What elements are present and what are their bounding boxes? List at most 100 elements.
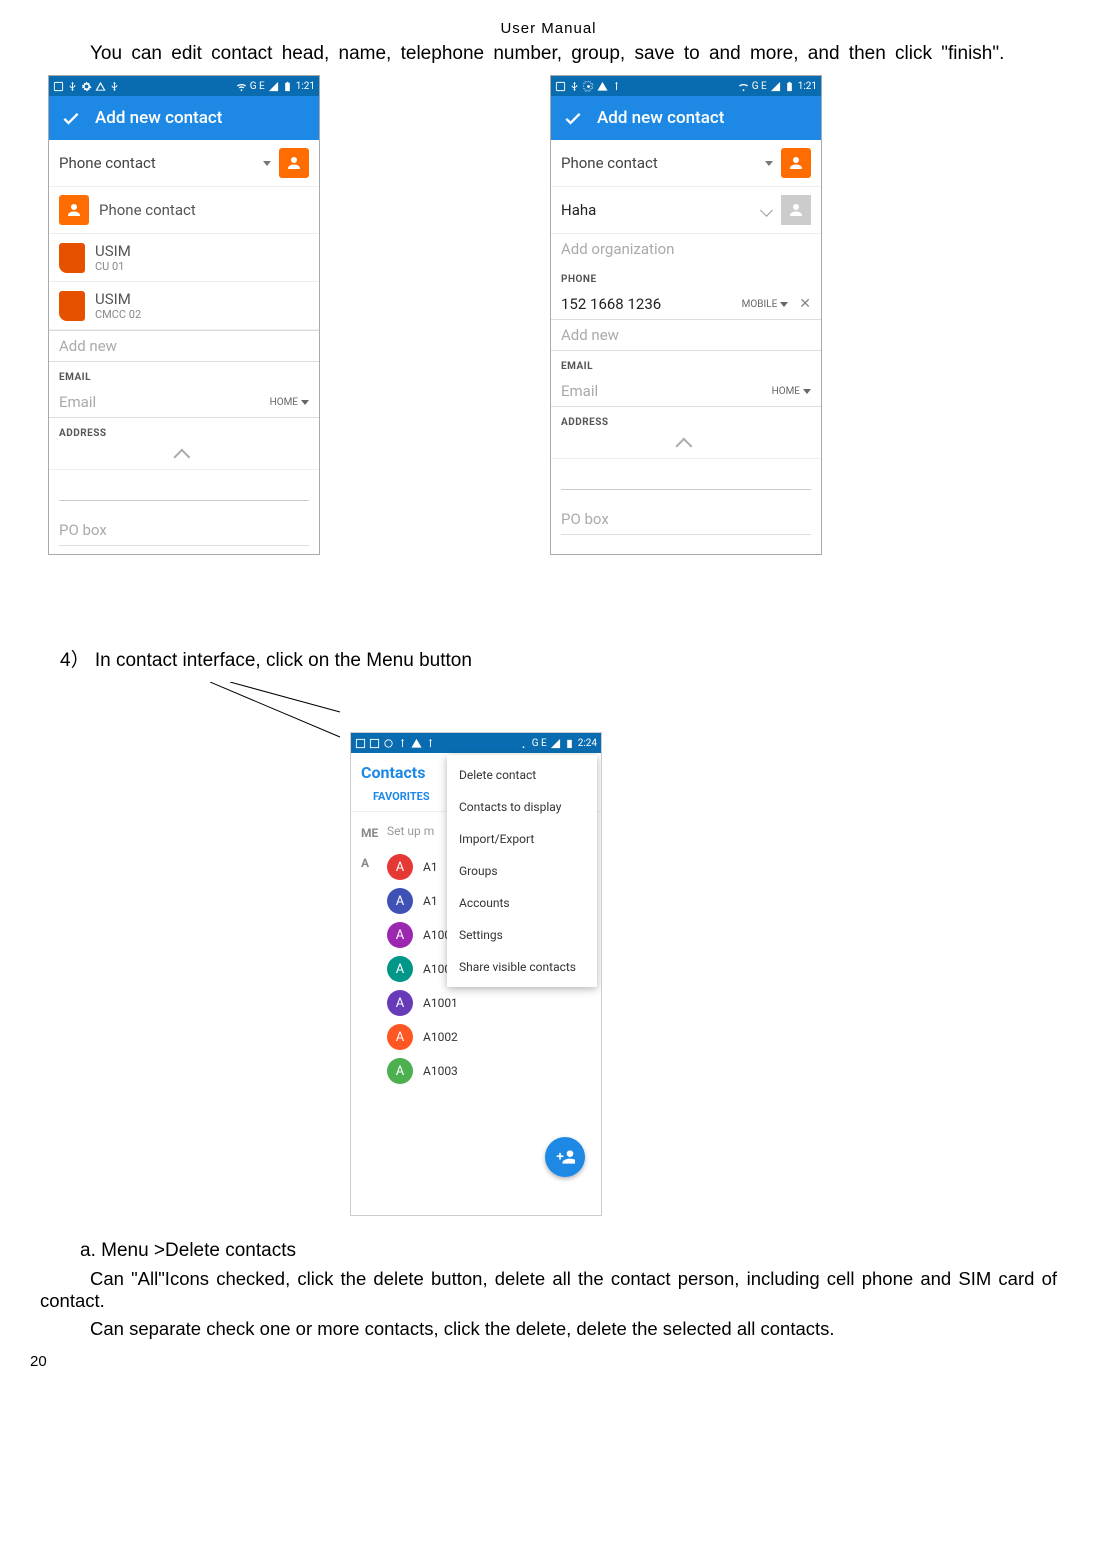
contact-name: A1003 [423,1064,458,1078]
checkmark-icon[interactable] [563,108,583,128]
checkmark-icon[interactable] [61,108,81,128]
collapse-toggle[interactable] [49,443,319,470]
contact-name: A1002 [423,1030,458,1044]
screenshot-contacts-menu: G E 2:24 Contacts FAVORITES ME Set up m … [350,732,602,1216]
section-letter-a: A [361,850,387,870]
step-4-text: 4） In contact interface, click on the Me… [60,645,1057,672]
status-bar: G E 1:21 [551,76,821,96]
sim-title: USIM [95,290,141,308]
dropdown-icon [765,161,773,166]
add-new-field[interactable]: Add new [551,320,821,351]
email-section-label: EMAIL [551,351,821,376]
menu-import-export[interactable]: Import/Export [447,823,597,855]
account-type-spinner[interactable]: Phone contact [551,140,821,187]
phone-section-label: PHONE [551,264,821,289]
collapse-toggle[interactable] [551,432,821,459]
avatar-circle: A [387,888,413,914]
page-header: User Manual [40,20,1057,37]
contact-name: A1 [423,860,438,874]
email-field[interactable]: Email HOME [49,387,319,418]
phone-field[interactable]: 152 1668 1236 MOBILE ✕ [551,289,821,320]
page-number: 20 [30,1353,47,1370]
email-hint: Email [59,393,96,411]
contact-row[interactable]: AA1003 [387,1054,591,1088]
warning-icon [597,81,608,92]
menu-contacts-to-display[interactable]: Contacts to display [447,791,597,823]
email-type[interactable]: HOME [270,397,298,408]
sim-icon [59,243,85,273]
menu-delete-contact[interactable]: Delete contact [447,759,597,791]
usb-icon [67,81,78,92]
paragraph-b: Can "All"Icons checked, click the delete… [40,1268,1057,1312]
dropdown-icon [263,161,271,166]
pobox-field[interactable]: PO box [551,504,821,534]
option-usim-2[interactable]: USIMCMCC 02 [49,282,319,330]
org-hint: Add organization [561,240,674,258]
sim-subtitle: CU 01 [95,260,131,273]
clock: 1:21 [798,81,817,92]
avatar-circle: A [387,854,413,880]
account-type-spinner[interactable]: Phone contact [49,140,319,187]
warning-icon [95,81,106,92]
address-section-label: ADDRESS [49,418,319,443]
add-new-label: Add new [59,337,117,355]
phone-value: 152 1668 1236 [561,295,661,313]
add-new-label: Add new [561,326,619,344]
contact-name: A1001 [423,996,458,1010]
avatar-circle: A [387,922,413,948]
neighborhood-field[interactable]: Neighborhood [551,545,821,555]
person-icon [59,195,89,225]
address-line-1[interactable] [561,471,811,490]
chevron-down-icon[interactable] [760,204,773,217]
menu-groups[interactable]: Groups [447,855,597,887]
battery-icon [784,81,795,92]
address-line-1[interactable] [59,482,309,501]
sim-icon [59,291,85,321]
option-phone-contact[interactable]: Phone contact [49,187,319,234]
screenshot-icon [369,738,380,749]
dropdown-icon [780,302,788,307]
appbar-title: Add new contact [95,108,222,128]
gear-icon [81,81,92,92]
email-hint: Email [561,382,598,400]
screenshot-icon [355,738,366,749]
wifi-icon [738,81,749,92]
paragraph-c: Can separate check one or more contacts,… [90,1318,1057,1340]
usb-icon [611,81,622,92]
email-field[interactable]: Email HOME [551,376,821,407]
warning-icon [411,738,422,749]
organization-field[interactable]: Add organization [551,234,821,264]
app-bar: Add new contact [49,96,319,140]
contact-photo-placeholder[interactable] [781,195,811,225]
chevron-up-icon [173,449,190,466]
gear-icon [583,81,594,92]
close-icon[interactable]: ✕ [799,296,811,312]
name-field[interactable]: Haha [551,187,821,234]
phone-type[interactable]: MOBILE [742,299,778,310]
menu-accounts[interactable]: Accounts [447,887,597,919]
avatar-circle: A [387,990,413,1016]
dropdown-icon [301,400,309,405]
contact-name: A1 [423,894,438,908]
contact-row[interactable]: A A1001 [387,986,591,1020]
menu-settings[interactable]: Settings [447,919,597,951]
neighborhood-hint: Neighborhood [561,551,656,555]
pobox-field[interactable]: PO box [49,515,319,545]
option-label: Phone contact [99,201,196,219]
avatar-circle: A [387,956,413,982]
contact-row[interactable]: AA1002 [387,1020,591,1054]
menu-share-visible[interactable]: Share visible contacts [447,951,597,983]
chevron-up-icon [675,438,692,455]
contact-photo-icon[interactable] [279,148,309,178]
appbar-title: Add new contact [597,108,724,128]
usb-icon [425,738,436,749]
add-new-field[interactable]: Add new [49,330,319,362]
add-contact-fab[interactable] [545,1137,585,1177]
contact-photo-icon[interactable] [781,148,811,178]
email-section-label: EMAIL [49,362,319,387]
email-type[interactable]: HOME [772,386,800,397]
clock: 1:21 [296,81,315,92]
option-usim-1[interactable]: USIMCU 01 [49,234,319,282]
network-label: G E [532,738,547,749]
wifi-icon [518,738,529,749]
